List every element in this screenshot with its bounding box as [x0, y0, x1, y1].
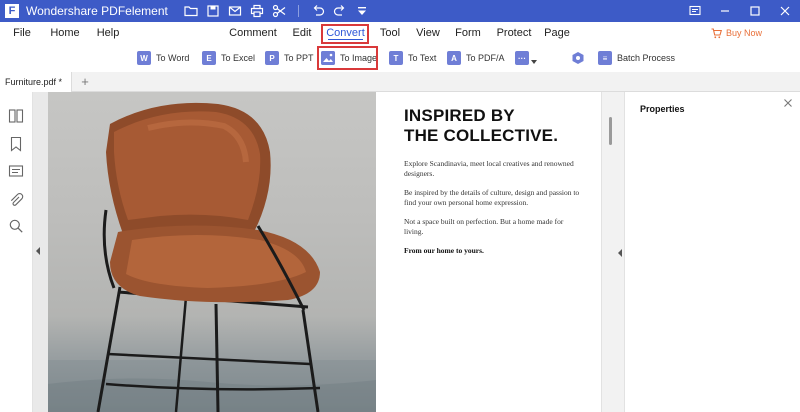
text-icon: T: [389, 51, 403, 65]
to-excel-button[interactable]: E To Excel: [202, 48, 255, 68]
app-logo: F: [5, 4, 19, 18]
page-heading-line2: THE COLLECTIVE.: [404, 126, 559, 145]
chair-photo: [48, 92, 376, 412]
minimize-icon[interactable]: [710, 0, 740, 22]
close-icon[interactable]: [770, 0, 800, 22]
to-excel-label: To Excel: [221, 53, 256, 63]
folder-icon[interactable]: [180, 0, 202, 22]
menu-view[interactable]: View: [413, 22, 443, 44]
more-formats-button[interactable]: ···: [515, 48, 537, 68]
window-controls: [680, 0, 800, 22]
convert-toolbar: W To Word E To Excel P To PPT To Image T…: [0, 44, 800, 72]
customize-icon[interactable]: [351, 0, 373, 22]
to-text-label: To Text: [408, 53, 437, 63]
ppt-icon: P: [265, 51, 279, 65]
ocr-button[interactable]: [571, 48, 585, 68]
to-pdfa-label: To PDF/A: [466, 53, 505, 63]
buy-now-button[interactable]: Buy Now: [711, 22, 762, 44]
pdf-page: INSPIRED BY THE COLLECTIVE. Explore Scan…: [48, 92, 601, 412]
excel-icon: E: [202, 51, 216, 65]
to-ppt-button[interactable]: P To PPT: [265, 48, 314, 68]
print-icon[interactable]: [246, 0, 268, 22]
to-word-button[interactable]: W To Word: [137, 48, 189, 68]
to-pdfa-button[interactable]: A To PDF/A: [447, 48, 505, 68]
menu-page[interactable]: Page: [542, 22, 572, 44]
menu-form[interactable]: Form: [453, 22, 483, 44]
properties-close-icon[interactable]: [783, 98, 793, 108]
menu-tool[interactable]: Tool: [377, 22, 403, 44]
batch-process-label: Batch Process: [617, 53, 676, 63]
feedback-icon[interactable]: [680, 0, 710, 22]
page-heading-line1: INSPIRED BY: [404, 106, 515, 125]
menu-bar: File Home Help Comment Edit Convert Tool…: [0, 22, 800, 44]
to-text-button[interactable]: T To Text: [389, 48, 436, 68]
menu-edit[interactable]: Edit: [287, 22, 317, 44]
document-tab[interactable]: Furniture.pdf *: [0, 72, 72, 92]
bookmark-icon[interactable]: [8, 136, 24, 152]
collapse-left-icon[interactable]: [34, 246, 42, 256]
more-icon: ···: [515, 51, 529, 65]
dropdown-arrow-icon: [531, 60, 537, 64]
cart-icon: [711, 27, 722, 38]
document-tab-bar: Furniture.pdf * +: [0, 72, 800, 92]
paragraph-3: Not a space built on perfection. But a h…: [404, 217, 564, 236]
collapse-right-icon[interactable]: [616, 248, 624, 258]
app-title: Wondershare PDFelement: [26, 4, 168, 18]
ocr-icon: [572, 52, 584, 64]
closing-line: From our home to yours.: [404, 246, 484, 255]
properties-panel: Properties: [624, 92, 800, 412]
left-gutter: [33, 92, 48, 412]
left-sidebar: [0, 92, 33, 412]
batch-process-button[interactable]: ≡ Batch Process: [598, 48, 675, 68]
word-icon: W: [137, 51, 151, 65]
attachment-icon[interactable]: [8, 192, 24, 208]
vertical-scrollbar-thumb[interactable]: [609, 117, 612, 145]
to-image-highlight: [317, 46, 378, 70]
toolbar-separator: [297, 5, 299, 17]
title-bar: F Wondershare PDFelement: [0, 0, 800, 22]
search-icon[interactable]: [8, 218, 24, 234]
buy-now-label: Buy Now: [725, 28, 762, 38]
thumbnails-icon[interactable]: [8, 108, 24, 124]
paragraph-2: Be inspired by the details of culture, d…: [404, 188, 580, 207]
to-ppt-label: To PPT: [284, 53, 314, 63]
convert-highlight: [321, 24, 369, 44]
undo-icon[interactable]: [307, 0, 329, 22]
add-tab-button[interactable]: +: [78, 72, 92, 92]
menu-home[interactable]: Home: [48, 22, 82, 44]
batch-icon: ≡: [598, 51, 612, 65]
paragraph-1: Explore Scandinavia, meet local creative…: [404, 159, 574, 178]
menu-protect[interactable]: Protect: [493, 22, 535, 44]
to-word-label: To Word: [156, 53, 190, 63]
comment-icon[interactable]: [8, 164, 24, 180]
save-icon[interactable]: [202, 0, 224, 22]
right-gutter: [601, 92, 624, 412]
maximize-icon[interactable]: [740, 0, 770, 22]
scissors-icon[interactable]: [268, 0, 290, 22]
chair-illustration: [48, 102, 376, 412]
pdfa-icon: A: [447, 51, 461, 65]
menu-file[interactable]: File: [8, 22, 36, 44]
menu-help[interactable]: Help: [93, 22, 123, 44]
mail-icon[interactable]: [224, 0, 246, 22]
menu-comment[interactable]: Comment: [228, 22, 278, 44]
properties-title: Properties: [640, 104, 685, 114]
redo-icon[interactable]: [329, 0, 351, 22]
page-text-column: INSPIRED BY THE COLLECTIVE. Explore Scan…: [404, 106, 584, 256]
